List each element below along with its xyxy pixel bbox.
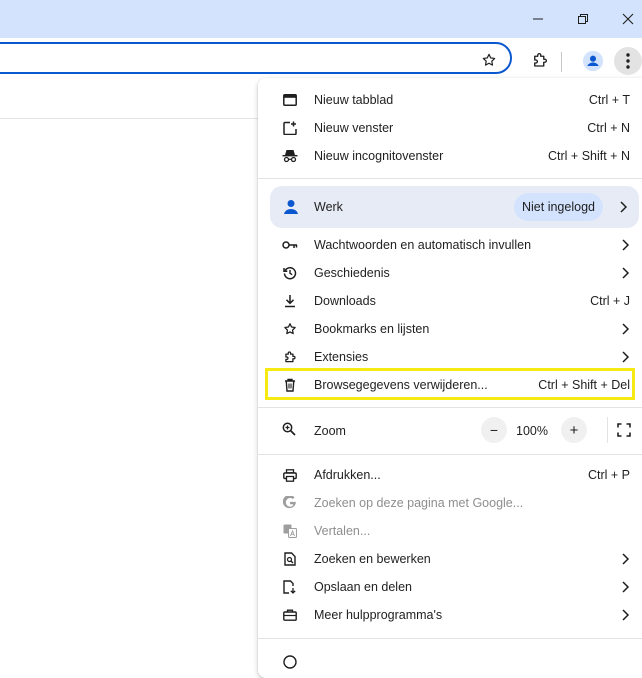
- star-icon: [482, 53, 496, 66]
- bookmark-star-button[interactable]: [475, 46, 503, 74]
- chevron-right-icon: [622, 553, 630, 565]
- profile-status-badge: Niet ingelogd: [514, 193, 603, 221]
- menu-item-new-tab[interactable]: Nieuw tabblad Ctrl + T: [258, 86, 642, 114]
- menu-item-label: Extensies: [314, 350, 369, 364]
- new-tab-icon: [282, 92, 298, 108]
- restore-icon: [578, 14, 588, 24]
- menu-item-label: Nieuw venster: [314, 121, 394, 135]
- page-divider: [0, 118, 270, 119]
- download-icon: [282, 293, 298, 309]
- puzzle-icon: [282, 349, 298, 365]
- profile-icon: [582, 50, 604, 72]
- menu-item-translate[interactable]: Vertalen...: [258, 517, 642, 545]
- menu-zoom-row: Zoom − 100% +: [258, 415, 642, 445]
- menu-item-label: Vertalen...: [314, 524, 371, 538]
- star-icon: [282, 321, 298, 337]
- more-menu-button[interactable]: [614, 47, 642, 75]
- menu-item-downloads[interactable]: Downloads Ctrl + J: [258, 287, 642, 315]
- key-icon: [282, 237, 298, 253]
- more-vert-icon: [626, 53, 630, 69]
- menu-item-shortcut: Ctrl + N: [587, 121, 630, 135]
- chevron-right-icon: [622, 351, 630, 363]
- google-icon: [282, 495, 298, 511]
- menu-item-label: Nieuw tabblad: [314, 93, 394, 107]
- incognito-icon: [282, 148, 298, 164]
- minimize-icon: [533, 18, 543, 20]
- plus-icon: +: [569, 421, 579, 439]
- chevron-right-icon: [622, 267, 630, 279]
- menu-item-help[interactable]: [258, 648, 642, 676]
- menu-item-label: Meer hulpprogramma's: [314, 608, 443, 622]
- menu-item-label: Opslaan en delen: [314, 580, 412, 594]
- zoom-separator: [607, 417, 608, 443]
- new-window-icon: [282, 120, 298, 136]
- title-bar: [0, 0, 642, 38]
- profile-button[interactable]: [579, 47, 607, 75]
- menu-item-bookmarks[interactable]: Bookmarks en lijsten: [258, 315, 642, 343]
- menu-item-shortcut: Ctrl + Shift + N: [548, 149, 630, 163]
- menu-item-incognito[interactable]: Nieuw incognitovenster Ctrl + Shift + N: [258, 142, 642, 170]
- menu-item-label: Afdrukken...: [314, 468, 381, 482]
- chevron-right-icon: [622, 609, 630, 621]
- help-icon: [282, 654, 298, 670]
- menu-item-shortcut: Ctrl + P: [587, 468, 630, 482]
- minus-icon: −: [489, 422, 499, 438]
- menu-item-more-tools[interactable]: Meer hulpprogramma's: [258, 601, 642, 629]
- menu-separator: [258, 407, 642, 408]
- menu-item-history[interactable]: Geschiedenis: [258, 259, 642, 287]
- extensions-button[interactable]: [526, 46, 554, 74]
- save-share-icon: [282, 579, 298, 595]
- toolbox-icon: [282, 607, 298, 623]
- fullscreen-button[interactable]: [610, 417, 638, 443]
- zoom-level: 100%: [516, 424, 548, 438]
- menu-item-find-edit[interactable]: Zoeken en bewerken: [258, 545, 642, 573]
- menu-item-label: Wachtwoorden en automatisch invullen: [314, 238, 532, 252]
- zoom-out-button[interactable]: −: [481, 417, 507, 443]
- fullscreen-icon: [617, 423, 631, 437]
- menu-item-label: Downloads: [314, 294, 376, 308]
- menu-item-label: Bookmarks en lijsten: [314, 322, 430, 336]
- chevron-right-icon: [622, 581, 630, 593]
- person-icon: [284, 200, 298, 214]
- close-icon: [622, 13, 634, 25]
- zoom-icon: [282, 422, 296, 439]
- zoom-label: Zoom: [314, 424, 346, 438]
- highlight-box: [265, 368, 635, 400]
- menu-item-label: Zoeken en bewerken: [314, 552, 431, 566]
- menu-separator: [258, 638, 642, 639]
- menu-item-save-share[interactable]: Opslaan en delen: [258, 573, 642, 601]
- minimize-button[interactable]: [515, 0, 561, 38]
- menu-separator: [258, 178, 642, 179]
- find-page-icon: [282, 551, 298, 567]
- history-icon: [282, 265, 298, 281]
- chevron-right-icon: [622, 323, 630, 335]
- chevron-right-icon: [622, 239, 630, 251]
- menu-item-label: Zoeken op deze pagina met Google...: [314, 496, 524, 510]
- zoom-in-button[interactable]: +: [561, 417, 587, 443]
- restore-button[interactable]: [560, 0, 606, 38]
- menu-item-extensions[interactable]: Extensies: [258, 343, 642, 371]
- menu-item-shortcut: Ctrl + J: [590, 294, 630, 308]
- extensions-icon: [534, 53, 547, 67]
- toolbar: [0, 38, 642, 82]
- address-bar[interactable]: [0, 42, 512, 74]
- toolbar-separator: [561, 52, 562, 72]
- printer-icon: [282, 467, 298, 483]
- menu-item-passwords[interactable]: Wachtwoorden en automatisch invullen: [258, 231, 642, 259]
- menu-item-shortcut: Ctrl + T: [588, 93, 630, 107]
- menu-item-label: Geschiedenis: [314, 266, 390, 280]
- menu-item-print[interactable]: Afdrukken... Ctrl + P: [258, 461, 642, 489]
- profile-name: Werk: [314, 200, 343, 214]
- chrome-main-menu: Nieuw tabblad Ctrl + T Nieuw venster Ctr…: [258, 78, 642, 678]
- chevron-right-icon: [620, 201, 627, 213]
- menu-profile-row[interactable]: Werk Niet ingelogd: [270, 186, 639, 228]
- translate-icon: [282, 523, 298, 539]
- menu-item-new-window[interactable]: Nieuw venster Ctrl + N: [258, 114, 642, 142]
- close-button[interactable]: [605, 0, 642, 38]
- menu-separator: [258, 454, 642, 455]
- menu-item-label: Nieuw incognitovenster: [314, 149, 444, 163]
- menu-item-search-page-google[interactable]: Zoeken op deze pagina met Google...: [258, 489, 642, 517]
